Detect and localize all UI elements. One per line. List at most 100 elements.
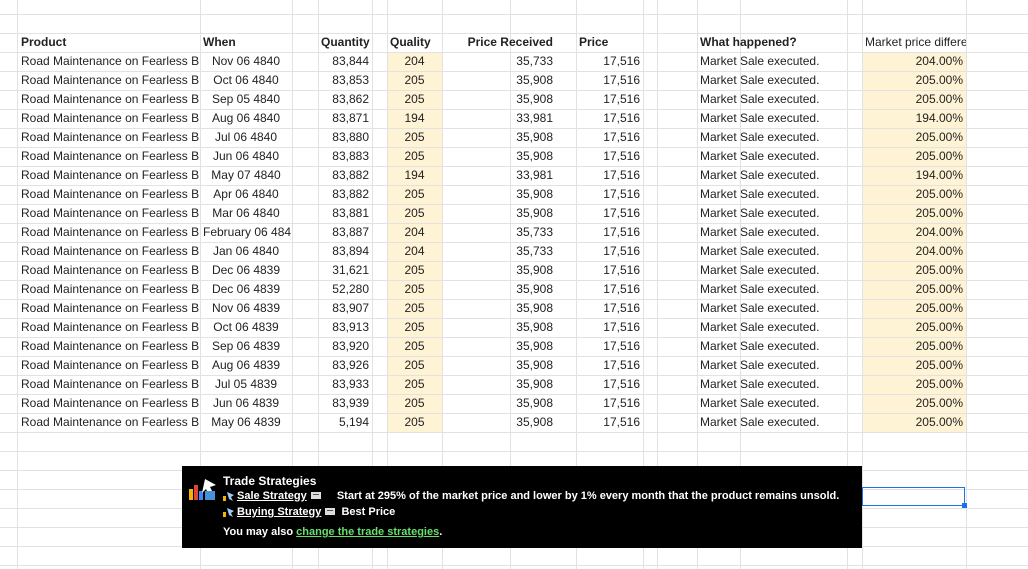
price-cell[interactable]: 17,516: [576, 52, 643, 71]
price-cell[interactable]: 17,516: [576, 166, 643, 185]
product-cell[interactable]: Road Maintenance on Fearless B: [18, 109, 200, 128]
quality-cell[interactable]: 205: [387, 318, 442, 337]
quantity-cell[interactable]: 83,881: [318, 204, 372, 223]
what-happened-cell[interactable]: Market Sale executed.: [697, 166, 847, 185]
market-price-difference-cell[interactable]: 194.00%: [862, 109, 966, 128]
price-cell[interactable]: 17,516: [576, 71, 643, 90]
price-received-cell[interactable]: 35,908: [442, 261, 556, 280]
product-cell[interactable]: Road Maintenance on Fearless B: [18, 413, 200, 432]
market-price-difference-cell[interactable]: 205.00%: [862, 185, 966, 204]
quantity-cell[interactable]: 83,939: [318, 394, 372, 413]
product-cell[interactable]: Road Maintenance on Fearless B: [18, 166, 200, 185]
product-cell[interactable]: Road Maintenance on Fearless B: [18, 52, 200, 71]
header-when[interactable]: When: [200, 33, 292, 52]
market-price-difference-cell[interactable]: 205.00%: [862, 394, 966, 413]
price-cell[interactable]: 17,516: [576, 223, 643, 242]
market-price-difference-cell[interactable]: 205.00%: [862, 204, 966, 223]
what-happened-cell[interactable]: Market Sale executed.: [697, 242, 847, 261]
quantity-cell[interactable]: 83,880: [318, 128, 372, 147]
price-cell[interactable]: 17,516: [576, 375, 643, 394]
when-cell[interactable]: Aug 06 4839: [200, 356, 292, 375]
product-cell[interactable]: Road Maintenance on Fearless B: [18, 204, 200, 223]
quantity-cell[interactable]: 83,894: [318, 242, 372, 261]
price-cell[interactable]: 17,516: [576, 356, 643, 375]
quantity-cell[interactable]: 83,913: [318, 318, 372, 337]
what-happened-cell[interactable]: Market Sale executed.: [697, 52, 847, 71]
price-cell[interactable]: 17,516: [576, 204, 643, 223]
price-cell[interactable]: 17,516: [576, 318, 643, 337]
product-cell[interactable]: Road Maintenance on Fearless B: [18, 394, 200, 413]
header-market-price-difference[interactable]: Market price difference: [862, 33, 966, 52]
what-happened-cell[interactable]: Market Sale executed.: [697, 223, 847, 242]
price-received-cell[interactable]: 35,908: [442, 128, 556, 147]
quality-cell[interactable]: 194: [387, 109, 442, 128]
comment-icon[interactable]: [324, 507, 336, 517]
quality-cell[interactable]: 205: [387, 375, 442, 394]
quality-cell[interactable]: 205: [387, 280, 442, 299]
when-cell[interactable]: Sep 05 4840: [200, 90, 292, 109]
what-happened-cell[interactable]: Market Sale executed.: [697, 375, 847, 394]
quality-cell[interactable]: 205: [387, 413, 442, 432]
market-price-difference-cell[interactable]: 205.00%: [862, 299, 966, 318]
quality-cell[interactable]: 204: [387, 242, 442, 261]
what-happened-cell[interactable]: Market Sale executed.: [697, 394, 847, 413]
quantity-cell[interactable]: 83,844: [318, 52, 372, 71]
quality-cell[interactable]: 205: [387, 356, 442, 375]
when-cell[interactable]: Dec 06 4839: [200, 261, 292, 280]
what-happened-cell[interactable]: Market Sale executed.: [697, 318, 847, 337]
what-happened-cell[interactable]: Market Sale executed.: [697, 128, 847, 147]
what-happened-cell[interactable]: Market Sale executed.: [697, 356, 847, 375]
quality-cell[interactable]: 204: [387, 223, 442, 242]
when-cell[interactable]: May 06 4839: [200, 413, 292, 432]
market-price-difference-cell[interactable]: 205.00%: [862, 128, 966, 147]
sale-strategy-link[interactable]: Sale Strategy: [237, 490, 307, 502]
what-happened-cell[interactable]: Market Sale executed.: [697, 337, 847, 356]
product-cell[interactable]: Road Maintenance on Fearless B: [18, 147, 200, 166]
market-price-difference-cell[interactable]: 204.00%: [862, 242, 966, 261]
quantity-cell[interactable]: 83,907: [318, 299, 372, 318]
price-received-cell[interactable]: 35,908: [442, 185, 556, 204]
header-quality[interactable]: Quality: [387, 33, 442, 52]
quality-cell[interactable]: 205: [387, 204, 442, 223]
price-received-cell[interactable]: 33,981: [442, 166, 556, 185]
price-received-cell[interactable]: 35,908: [442, 413, 556, 432]
when-cell[interactable]: Jan 06 4840: [200, 242, 292, 261]
market-price-difference-cell[interactable]: 205.00%: [862, 280, 966, 299]
market-price-difference-cell[interactable]: 205.00%: [862, 261, 966, 280]
selected-cell[interactable]: [862, 487, 965, 506]
market-price-difference-cell[interactable]: 205.00%: [862, 90, 966, 109]
market-price-difference-cell[interactable]: 205.00%: [862, 413, 966, 432]
when-cell[interactable]: Oct 06 4840: [200, 71, 292, 90]
price-cell[interactable]: 17,516: [576, 242, 643, 261]
quality-cell[interactable]: 205: [387, 71, 442, 90]
when-cell[interactable]: February 06 484: [200, 223, 292, 242]
price-received-cell[interactable]: 35,733: [442, 223, 556, 242]
quantity-cell[interactable]: 83,862: [318, 90, 372, 109]
price-received-cell[interactable]: 35,908: [442, 375, 556, 394]
product-cell[interactable]: Road Maintenance on Fearless B: [18, 299, 200, 318]
market-price-difference-cell[interactable]: 205.00%: [862, 375, 966, 394]
quality-cell[interactable]: 205: [387, 299, 442, 318]
quantity-cell[interactable]: 83,871: [318, 109, 372, 128]
what-happened-cell[interactable]: Market Sale executed.: [697, 147, 847, 166]
header-quantity[interactable]: Quantity: [318, 33, 372, 52]
buying-strategy-link[interactable]: Buying Strategy: [237, 506, 321, 518]
when-cell[interactable]: Jun 06 4839: [200, 394, 292, 413]
when-cell[interactable]: Aug 06 4840: [200, 109, 292, 128]
what-happened-cell[interactable]: Market Sale executed.: [697, 280, 847, 299]
quality-cell[interactable]: 194: [387, 166, 442, 185]
product-cell[interactable]: Road Maintenance on Fearless B: [18, 337, 200, 356]
when-cell[interactable]: Nov 06 4840: [200, 52, 292, 71]
what-happened-cell[interactable]: Market Sale executed.: [697, 204, 847, 223]
quality-cell[interactable]: 205: [387, 128, 442, 147]
price-received-cell[interactable]: 35,908: [442, 147, 556, 166]
what-happened-cell[interactable]: Market Sale executed.: [697, 185, 847, 204]
product-cell[interactable]: Road Maintenance on Fearless B: [18, 90, 200, 109]
when-cell[interactable]: Jul 06 4840: [200, 128, 292, 147]
what-happened-cell[interactable]: Market Sale executed.: [697, 71, 847, 90]
price-cell[interactable]: 17,516: [576, 185, 643, 204]
product-cell[interactable]: Road Maintenance on Fearless B: [18, 356, 200, 375]
header-price[interactable]: Price: [576, 33, 643, 52]
product-cell[interactable]: Road Maintenance on Fearless B: [18, 71, 200, 90]
price-cell[interactable]: 17,516: [576, 147, 643, 166]
